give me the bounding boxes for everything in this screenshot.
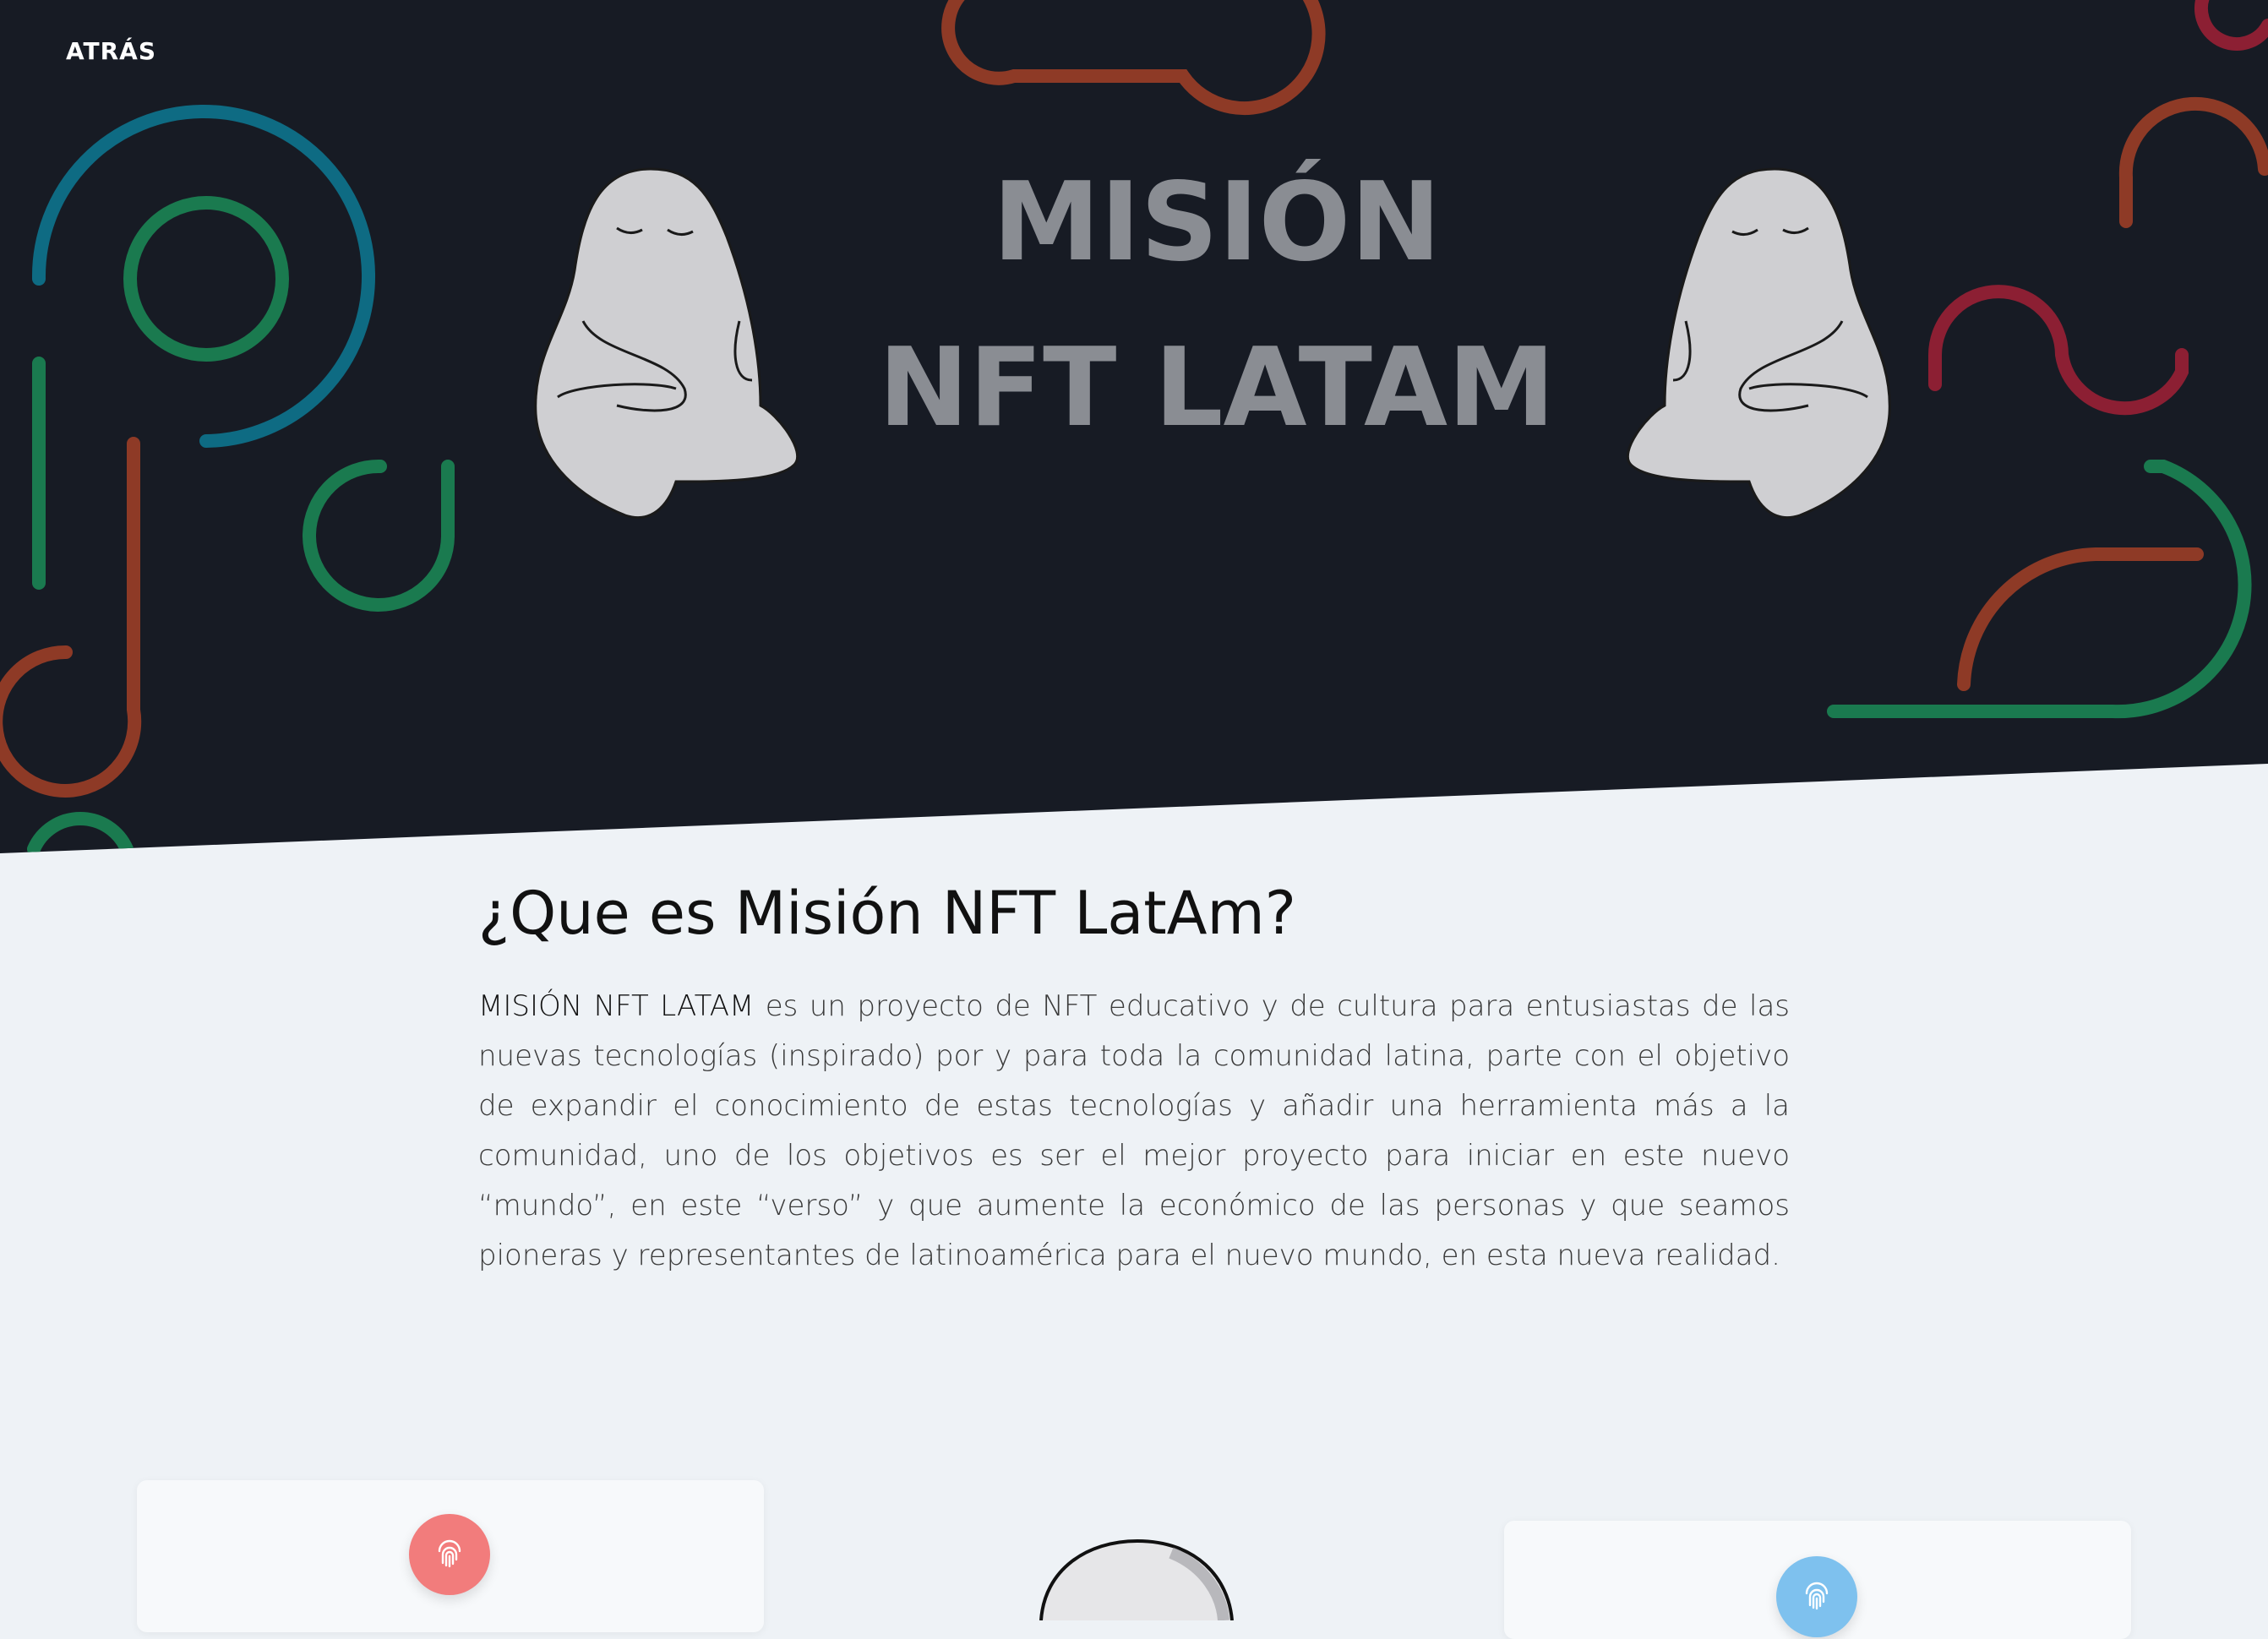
about-body: es un proyecto de NFT educativo y de cul… — [478, 989, 1791, 1272]
mascot-illustration-center — [1039, 1538, 1234, 1620]
back-link[interactable]: ATRÁS — [66, 37, 156, 65]
fingerprint-icon — [1776, 1556, 1857, 1637]
about-lead: MISIÓN NFT LATAM — [478, 989, 755, 1023]
about-heading: ¿Que es Misión NFT LatAm? — [478, 879, 1296, 948]
about-section: ¿Que es Misión NFT LatAm? MISIÓN NFT LAT… — [478, 879, 1790, 1281]
hero-banner: ATRÁS MISIÓN NFT LATAM — [0, 0, 2268, 853]
about-paragraph: MISIÓN NFT LATAM es un proyecto de NFT e… — [478, 982, 1790, 1281]
hero-title-line1: MISIÓN — [992, 160, 1442, 286]
mascot-illustration-left — [534, 167, 799, 520]
fingerprint-icon — [409, 1514, 490, 1595]
hero-title-line2: NFT LATAM — [878, 325, 1556, 451]
mascot-illustration-right — [1626, 167, 1891, 520]
feature-card-left — [137, 1480, 764, 1632]
feature-card-right — [1504, 1521, 2131, 1639]
